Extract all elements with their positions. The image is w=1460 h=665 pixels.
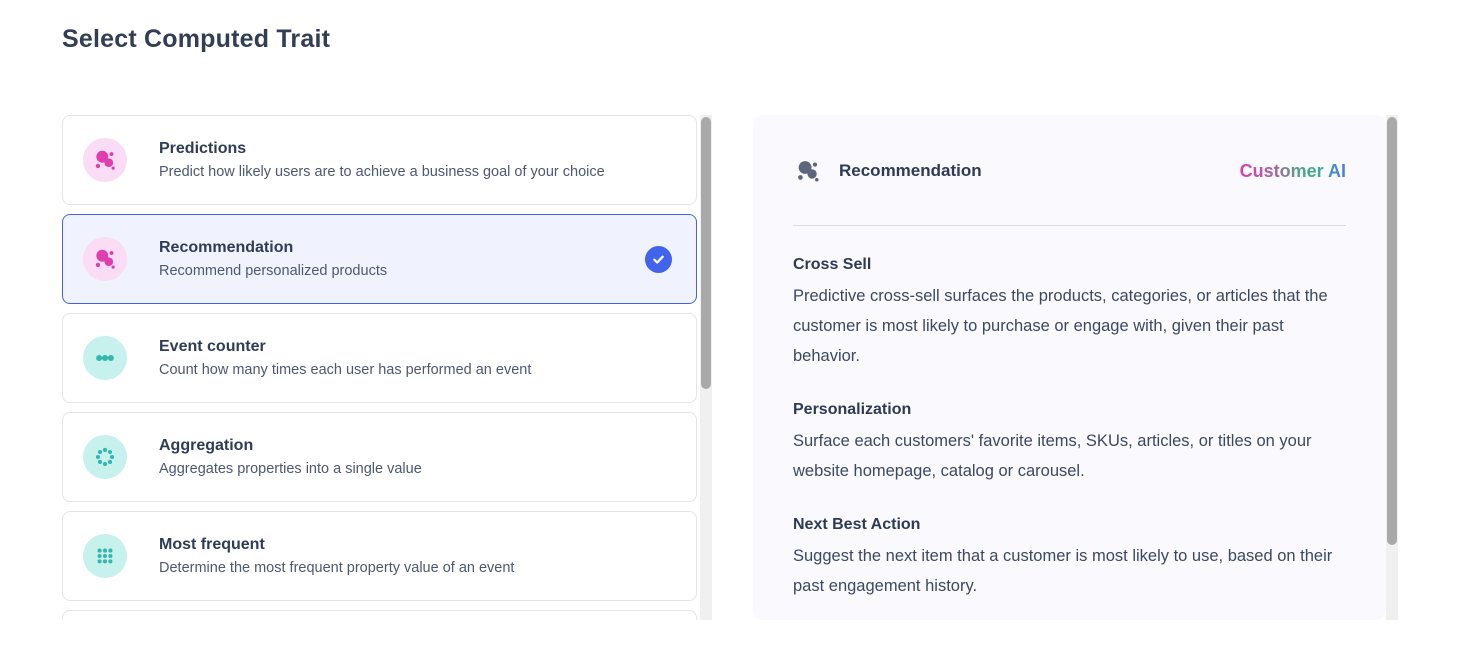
section-body: Surface each customers' favorite items, …	[793, 426, 1346, 486]
trait-description: Predict how likely users are to achieve …	[159, 164, 672, 180]
trait-description: Determine the most frequent property val…	[159, 560, 672, 576]
section-heading: Personalization	[793, 401, 1346, 419]
trait-title: Recommendation	[159, 239, 645, 257]
customer-ai-blob-icon	[793, 156, 823, 186]
section-body: Suggest the next item that a customer is…	[793, 541, 1346, 601]
customer-ai-blob-icon	[83, 237, 127, 281]
trait-description: Count how many times each user has perfo…	[159, 362, 672, 378]
trait-title: Most frequent	[159, 536, 672, 554]
detail-section-next-best-action: Next Best Action Suggest the next item t…	[793, 516, 1346, 601]
detail-header: Recommendation Customer AI	[793, 153, 1346, 189]
page-title: Select Computed Trait	[62, 25, 330, 54]
trait-list-scrollbar[interactable]	[700, 115, 712, 620]
selected-check-icon	[645, 246, 672, 273]
trait-list: Predictions Predict how likely users are…	[62, 115, 698, 620]
section-heading: Next Best Action	[793, 516, 1346, 534]
detail-section-cross-sell: Cross Sell Predictive cross-sell surface…	[793, 256, 1346, 371]
trait-card-most-frequent[interactable]: Most frequent Determine the most frequen…	[62, 511, 697, 601]
trait-detail-panel: Recommendation Customer AI Cross Sell Pr…	[753, 115, 1386, 620]
trait-card-partial[interactable]	[62, 610, 697, 620]
trait-title: Predictions	[159, 140, 672, 158]
detail-section-personalization: Personalization Surface each customers' …	[793, 401, 1346, 486]
detail-title: Recommendation	[839, 161, 1240, 181]
trait-title: Event counter	[159, 338, 672, 356]
trait-card-event-counter[interactable]: Event counter Count how many times each …	[62, 313, 697, 403]
trait-card-aggregation[interactable]: Aggregation Aggregates properties into a…	[62, 412, 697, 502]
customer-ai-blob-icon	[83, 138, 127, 182]
trait-description: Aggregates properties into a single valu…	[159, 461, 672, 477]
trait-description: Recommend personalized products	[159, 263, 645, 279]
ellipsis-dots-icon	[83, 336, 127, 380]
section-heading: Cross Sell	[793, 256, 1346, 274]
grid-dots-icon	[83, 534, 127, 578]
trait-list-scrollbar-thumb[interactable]	[701, 117, 711, 389]
detail-panel-scrollbar-thumb[interactable]	[1387, 117, 1397, 545]
customer-ai-label: Customer AI	[1240, 161, 1346, 182]
trait-card-recommendation[interactable]: Recommendation Recommend personalized pr…	[62, 214, 697, 304]
trait-card-predictions[interactable]: Predictions Predict how likely users are…	[62, 115, 697, 205]
trait-title: Aggregation	[159, 437, 672, 455]
divider	[793, 225, 1346, 226]
section-body: Predictive cross-sell surfaces the produ…	[793, 281, 1346, 371]
detail-panel-scrollbar[interactable]	[1386, 115, 1398, 620]
dots-ring-icon	[83, 435, 127, 479]
